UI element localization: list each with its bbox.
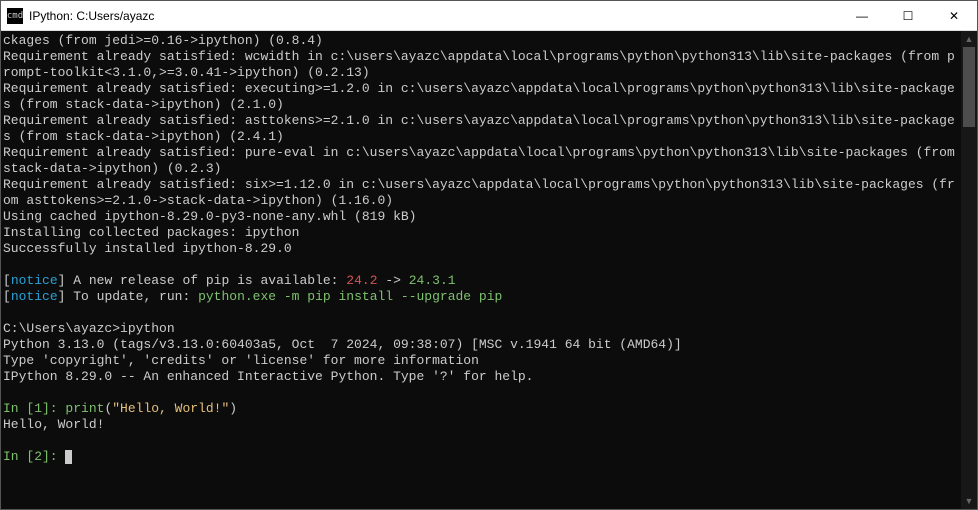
new-version: 24.3.1 (409, 273, 456, 288)
window-controls: — ☐ ✕ (839, 1, 977, 30)
scrollbar-track[interactable] (961, 47, 977, 493)
ipython-info: IPython 8.29.0 -- An enhanced Interactiv… (3, 369, 534, 384)
scrollbar-down-icon[interactable]: ▼ (961, 493, 977, 509)
output-line: Requirement already satisfied: executing… (3, 81, 955, 112)
notice-tag: notice (11, 289, 58, 304)
scrollbar-thumb[interactable] (963, 47, 975, 127)
app-icon-label: cmd (7, 11, 23, 21)
close-icon: ✕ (949, 9, 959, 23)
input-prompt: In [1]: (3, 401, 65, 416)
window-frame: cmd IPython: C:Users/ayazc — ☐ ✕ ckages … (0, 0, 978, 510)
output-line: Successfully installed ipython-8.29.0 (3, 241, 292, 256)
input-prompt: In [2]: (3, 449, 65, 464)
scrollbar-up-icon[interactable]: ▲ (961, 31, 977, 47)
notice-bracket: [ (3, 273, 11, 288)
terminal-output[interactable]: ckages (from jedi>=0.16->ipython) (0.8.4… (1, 31, 961, 509)
python-info: Type 'copyright', 'credits' or 'license'… (3, 353, 479, 368)
maximize-icon: ☐ (903, 9, 914, 23)
paren: ) (229, 401, 237, 416)
output-line: Using cached ipython-8.29.0-py3-none-any… (3, 209, 416, 224)
output-line: Requirement already satisfied: wcwidth i… (3, 49, 955, 80)
notice-text: A new release of pip is available: (65, 273, 346, 288)
maximize-button[interactable]: ☐ (885, 1, 931, 30)
output-line: Hello, World! (3, 417, 104, 432)
notice-tag: notice (11, 273, 58, 288)
func-name: print (65, 401, 104, 416)
notice-bracket: [ (3, 289, 11, 304)
minimize-button[interactable]: — (839, 1, 885, 30)
cursor-icon (65, 450, 72, 464)
close-button[interactable]: ✕ (931, 1, 977, 30)
python-version: Python 3.13.0 (tags/v3.13.0:60403a5, Oct… (3, 337, 682, 352)
output-line: ckages (from jedi>=0.16->ipython) (0.8.4… (3, 33, 323, 48)
output-line: Requirement already satisfied: six>=1.12… (3, 177, 955, 208)
output-line: Installing collected packages: ipython (3, 225, 299, 240)
arrow-text: -> (378, 273, 409, 288)
terminal-container: ckages (from jedi>=0.16->ipython) (0.8.4… (1, 31, 977, 509)
output-line: Requirement already satisfied: asttokens… (3, 113, 955, 144)
scrollbar[interactable]: ▲ ▼ (961, 31, 977, 509)
window-title: IPython: C:Users/ayazc (29, 9, 839, 23)
string-literal: "Hello, World!" (112, 401, 229, 416)
minimize-icon: — (856, 9, 868, 23)
old-version: 24.2 (346, 273, 377, 288)
update-command: python.exe -m pip install --upgrade pip (198, 289, 502, 304)
output-line: Requirement already satisfied: pure-eval… (3, 145, 961, 176)
notice-text: To update, run: (65, 289, 198, 304)
titlebar[interactable]: cmd IPython: C:Users/ayazc — ☐ ✕ (1, 1, 977, 31)
app-icon: cmd (7, 8, 23, 24)
command-prompt: C:\Users\ayazc>ipython (3, 321, 175, 336)
